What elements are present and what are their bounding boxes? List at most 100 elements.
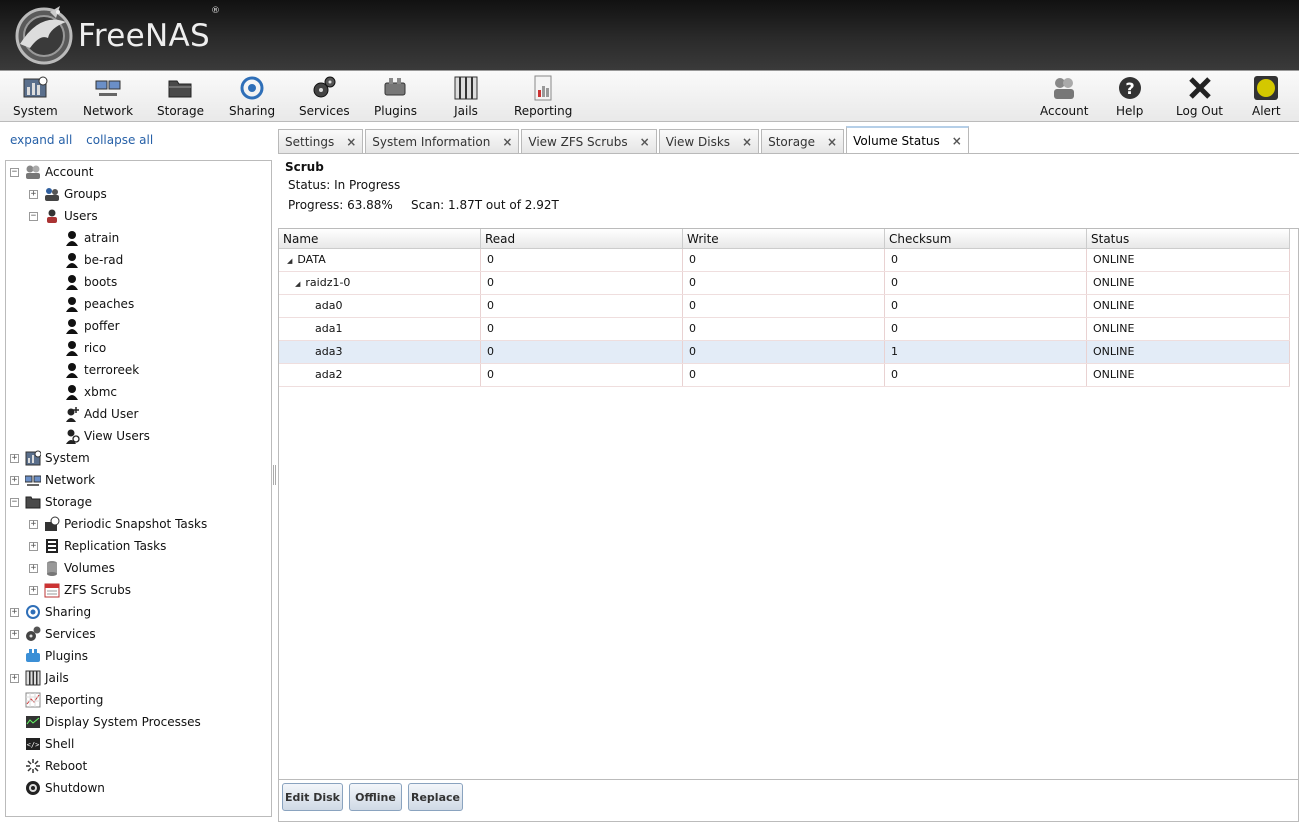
close-icon[interactable]: × <box>827 135 837 149</box>
tree-item-shutdown[interactable]: Shutdown <box>25 777 105 799</box>
tree-item-plugins[interactable]: Plugins <box>25 645 88 667</box>
tab-volume-status[interactable]: Volume Status × <box>846 126 969 154</box>
reporting-icon <box>534 75 552 101</box>
collapse-triangle-icon[interactable]: ◢ <box>295 280 300 288</box>
toolbar-network-button[interactable]: Network <box>83 75 133 119</box>
toolbar-logout-button[interactable]: Log Out <box>1176 75 1223 119</box>
tree-item-jails[interactable]: + Jails <box>10 667 69 689</box>
tree-item-users[interactable]: − Users <box>29 205 98 227</box>
panel-splitter[interactable] <box>273 465 276 485</box>
column-header-read[interactable]: Read <box>481 229 683 249</box>
expand-icon[interactable]: + <box>29 563 38 573</box>
tree-item-be-rad[interactable]: be-rad <box>64 249 123 271</box>
tree-item-peaches[interactable]: peaches <box>64 293 134 315</box>
table-row[interactable]: ada0 0 0 0 ONLINE <box>279 295 1290 318</box>
tree-item-boots[interactable]: boots <box>64 271 117 293</box>
tree-item-xbmc[interactable]: xbmc <box>64 381 117 403</box>
column-header-write[interactable]: Write <box>683 229 885 249</box>
table-row[interactable]: ada3 0 0 1 ONLINE <box>279 341 1290 364</box>
close-icon[interactable]: × <box>640 135 650 149</box>
toolbar-jails-label: Jails <box>454 104 478 118</box>
table-row[interactable]: ◢ DATA 0 0 0 ONLINE <box>279 249 1290 272</box>
toolbar-alert-button[interactable]: Alert <box>1252 75 1281 119</box>
column-header-checksum[interactable]: Checksum <box>885 229 1087 249</box>
expand-icon[interactable]: + <box>10 673 19 683</box>
expand-icon[interactable]: + <box>29 541 38 551</box>
tree-item-rico[interactable]: rico <box>64 337 106 359</box>
services-icon <box>313 76 336 98</box>
table-row[interactable]: ◢ raidz1-0 0 0 0 ONLINE <box>279 272 1290 295</box>
tree-item-services[interactable]: + Services <box>10 623 96 645</box>
tab-divider <box>278 153 1299 154</box>
cell-write: 0 <box>683 249 885 271</box>
tree-item-volumes[interactable]: + Volumes <box>29 557 115 579</box>
edit-disk-button[interactable]: Edit Disk <box>282 783 343 811</box>
tree-item-label: rico <box>84 341 107 355</box>
offline-button[interactable]: Offline <box>349 783 402 811</box>
tree-item-terroreek[interactable]: terroreek <box>64 359 139 381</box>
close-icon[interactable]: × <box>346 135 356 149</box>
column-header-name[interactable]: Name <box>279 229 481 249</box>
cell-name-text: raidz1-0 <box>305 276 351 289</box>
cell-read: 0 <box>481 272 683 294</box>
tab-label: View Disks <box>665 135 731 149</box>
tree-item-replication-tasks[interactable]: + Replication Tasks <box>29 535 166 557</box>
toolbar-jails-button[interactable]: Jails <box>453 75 479 119</box>
sharing-icon <box>240 76 264 100</box>
plugins-icon <box>26 649 40 662</box>
close-icon[interactable]: × <box>952 134 962 148</box>
tree-item-display-system-processes[interactable]: Display System Processes <box>25 711 201 733</box>
toolbar-sharing-button[interactable]: Sharing <box>229 75 275 119</box>
tree-item-poffer[interactable]: poffer <box>64 315 120 337</box>
toolbar-storage-button[interactable]: Storage <box>157 75 204 119</box>
toolbar-plugins-button[interactable]: Plugins <box>374 75 417 119</box>
tab-system-information[interactable]: System Information × <box>365 129 520 154</box>
column-header-status[interactable]: Status <box>1087 229 1290 249</box>
volume-status-grid: Name Read Write Checksum Status ◢ DATA 0 0 0 ONLI… <box>278 228 1299 780</box>
tree-item-sharing[interactable]: + Sharing <box>10 601 91 623</box>
expand-icon[interactable]: + <box>29 519 38 529</box>
tree-item-reboot[interactable]: Reboot <box>25 755 87 777</box>
expand-all-link[interactable]: expand all <box>10 133 72 147</box>
tree-item-add-user[interactable]: Add User <box>64 403 138 425</box>
tree-item-view-users[interactable]: View Users <box>64 425 150 447</box>
toolbar-reporting-label: Reporting <box>514 104 573 118</box>
collapse-all-link[interactable]: collapse all <box>86 133 153 147</box>
expand-icon[interactable]: + <box>29 585 38 595</box>
tree-item-network[interactable]: + Network <box>10 469 95 491</box>
expand-icon[interactable]: + <box>29 189 38 199</box>
toolbar-reporting-button[interactable]: Reporting <box>514 75 572 119</box>
table-row[interactable]: ada2 0 0 0 ONLINE <box>279 364 1290 387</box>
tree-item-reporting[interactable]: Reporting <box>25 689 103 711</box>
tree-item-periodic-snapshot-tasks[interactable]: + Periodic Snapshot Tasks <box>29 513 207 535</box>
cell-write: 0 <box>683 272 885 294</box>
collapse-icon[interactable]: − <box>29 211 38 221</box>
tree-item-storage[interactable]: − Storage <box>10 491 92 513</box>
tab-view-zfs-scrubs[interactable]: View ZFS Scrubs × <box>521 129 657 154</box>
tab-view-disks[interactable]: View Disks × <box>658 129 760 154</box>
replace-button[interactable]: Replace <box>408 783 463 811</box>
tree-item-shell[interactable]: </> Shell <box>25 733 74 755</box>
tree-item-account[interactable]: − Account <box>10 161 93 183</box>
expand-icon[interactable]: + <box>10 475 19 485</box>
close-icon[interactable]: × <box>502 135 512 149</box>
tab-storage[interactable]: Storage × <box>761 129 845 154</box>
tree-item-zfs-scrubs[interactable]: + ZFS Scrubs <box>29 579 131 601</box>
jails-icon <box>25 670 41 686</box>
toolbar-services-button[interactable]: Services <box>299 75 350 119</box>
tab-settings[interactable]: Settings × <box>278 129 364 154</box>
table-row[interactable]: ada1 0 0 0 ONLINE <box>279 318 1290 341</box>
expand-icon[interactable]: + <box>10 629 19 639</box>
tree-item-system[interactable]: + System <box>10 447 90 469</box>
collapse-triangle-icon[interactable]: ◢ <box>287 257 292 265</box>
toolbar-help-button[interactable]: ? Help <box>1116 75 1143 119</box>
toolbar-account-button[interactable]: Account <box>1040 75 1088 119</box>
collapse-icon[interactable]: − <box>10 167 19 177</box>
tree-item-atrain[interactable]: atrain <box>64 227 119 249</box>
expand-icon[interactable]: + <box>10 607 19 617</box>
tree-item-groups[interactable]: + Groups <box>29 183 107 205</box>
collapse-icon[interactable]: − <box>10 497 19 507</box>
toolbar-system-button[interactable]: System <box>13 75 58 119</box>
close-icon[interactable]: × <box>742 135 752 149</box>
expand-icon[interactable]: + <box>10 453 19 463</box>
